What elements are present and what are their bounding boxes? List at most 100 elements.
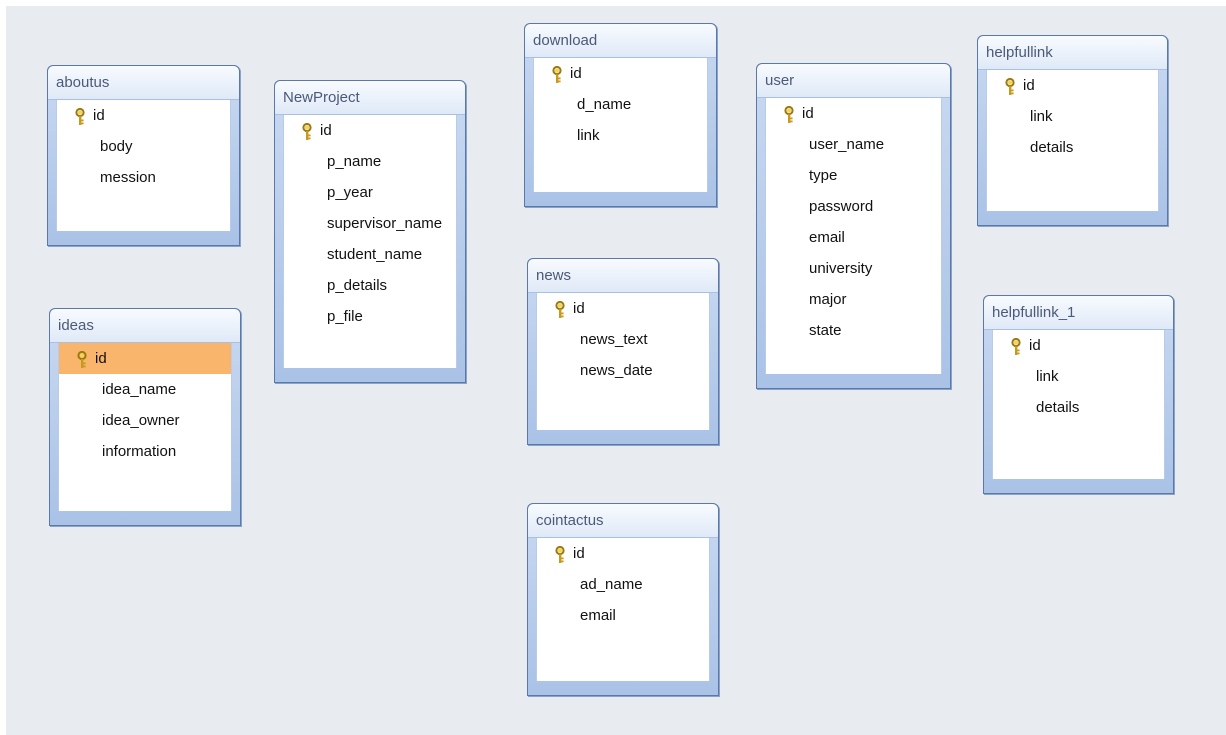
key-icon <box>555 544 565 563</box>
field-list-container: id body mession <box>56 100 231 231</box>
field-list-container: id d_namelink <box>533 58 708 192</box>
field-row[interactable]: id <box>987 70 1158 101</box>
field-name: p_details <box>327 277 388 294</box>
field-list: id ad_nameemail <box>537 538 709 631</box>
field-list: id body mession <box>57 100 230 193</box>
field-row[interactable]: type <box>766 160 941 191</box>
field-list-container: id ad_nameemail <box>536 538 710 681</box>
table-helpfullink-1[interactable]: helpfullink_1 id link details <box>983 295 1174 494</box>
field-list: id link details <box>993 330 1164 423</box>
key-icon <box>302 121 312 140</box>
field-name: idea_name <box>102 381 177 398</box>
field-name: id <box>1029 337 1041 354</box>
field-row[interactable]: link <box>993 361 1164 392</box>
field-name: link <box>577 127 600 144</box>
field-list: id idea_name idea_owner information <box>59 343 231 467</box>
table-title[interactable]: aboutus <box>48 66 239 100</box>
field-name: email <box>580 607 616 624</box>
table-news[interactable]: news id news_text news_date <box>527 258 719 445</box>
field-row[interactable]: d_name <box>534 89 707 120</box>
table-title[interactable]: helpfullink_1 <box>984 296 1173 330</box>
field-row[interactable]: id <box>534 58 707 89</box>
field-name: details <box>1030 139 1074 156</box>
diagram-canvas[interactable]: aboutus id body mession ideas id idea_name i… <box>6 6 1226 735</box>
key-icon <box>1005 76 1015 95</box>
field-name: p_year <box>327 184 373 201</box>
field-name: id <box>95 350 107 367</box>
field-list: id p_name p_year supervisor_name student_nam… <box>284 115 456 332</box>
field-row[interactable]: supervisor_name <box>284 208 456 239</box>
field-row[interactable]: news_text <box>537 324 709 355</box>
field-name: information <box>102 443 177 460</box>
field-row[interactable]: id <box>766 98 941 129</box>
field-row[interactable]: information <box>59 436 231 467</box>
field-name: link <box>1030 108 1053 125</box>
field-name: ad_name <box>580 576 643 593</box>
field-row[interactable]: password <box>766 191 941 222</box>
table-title[interactable]: news <box>528 259 718 293</box>
field-row[interactable]: major <box>766 284 941 315</box>
table-user[interactable]: user id user_nametype password email univers… <box>756 63 951 389</box>
field-row[interactable]: email <box>537 600 709 631</box>
field-name: p_name <box>327 153 382 170</box>
field-name: email <box>809 229 845 246</box>
field-row[interactable]: id <box>284 115 456 146</box>
field-row[interactable]: mession <box>57 162 230 193</box>
field-row[interactable]: idea_name <box>59 374 231 405</box>
field-row[interactable]: id <box>59 343 231 374</box>
field-row[interactable]: id <box>537 538 709 569</box>
field-name: password <box>809 198 874 215</box>
field-name: id <box>93 107 105 124</box>
field-name: id <box>1023 77 1035 94</box>
table-download[interactable]: download id d_namelink <box>524 23 717 207</box>
field-name: id <box>573 545 585 562</box>
field-row[interactable]: email <box>766 222 941 253</box>
field-name: id <box>573 300 585 317</box>
field-row[interactable]: id <box>537 293 709 324</box>
field-row[interactable]: p_details <box>284 270 456 301</box>
field-row[interactable]: link <box>534 120 707 151</box>
field-row[interactable]: p_name <box>284 146 456 177</box>
field-name: d_name <box>577 96 632 113</box>
key-icon <box>1011 336 1021 355</box>
table-helpfullink[interactable]: helpfullink id link details <box>977 35 1168 226</box>
field-row[interactable]: id <box>993 330 1164 361</box>
field-row[interactable]: student_name <box>284 239 456 270</box>
field-list-container: id link details <box>992 330 1165 479</box>
table-title[interactable]: NewProject <box>275 81 465 115</box>
field-row[interactable]: ad_name <box>537 569 709 600</box>
table-title[interactable]: ideas <box>50 309 240 343</box>
table-newproject[interactable]: NewProject id p_name p_year supervisor_name… <box>274 80 466 383</box>
key-icon <box>75 106 85 125</box>
key-icon <box>77 349 87 368</box>
field-row[interactable]: details <box>987 132 1158 163</box>
key-icon <box>784 104 794 123</box>
field-name: body <box>100 138 133 155</box>
field-list-container: id news_text news_date <box>536 293 710 430</box>
field-row[interactable]: idea_owner <box>59 405 231 436</box>
field-row[interactable]: body <box>57 131 230 162</box>
table-ideas[interactable]: ideas id idea_name idea_owner information <box>49 308 241 526</box>
field-row[interactable]: university <box>766 253 941 284</box>
table-title[interactable]: cointactus <box>528 504 718 538</box>
table-cointactus[interactable]: cointactus id ad_nameemail <box>527 503 719 696</box>
field-row[interactable]: state <box>766 315 941 346</box>
field-row[interactable]: p_file <box>284 301 456 332</box>
field-list-container: id link details <box>986 70 1159 211</box>
table-title[interactable]: download <box>525 24 716 58</box>
table-title[interactable]: user <box>757 64 950 98</box>
field-name: type <box>809 167 838 184</box>
field-name: student_name <box>327 246 423 263</box>
field-list: id user_nametype password email university ma… <box>766 98 941 346</box>
field-name: supervisor_name <box>327 215 443 232</box>
key-icon <box>552 64 562 83</box>
table-title[interactable]: helpfullink <box>978 36 1167 70</box>
field-row[interactable]: details <box>993 392 1164 423</box>
table-aboutus[interactable]: aboutus id body mession <box>47 65 240 246</box>
field-row[interactable]: id <box>57 100 230 131</box>
field-row[interactable]: link <box>987 101 1158 132</box>
field-row[interactable]: news_date <box>537 355 709 386</box>
field-row[interactable]: user_name <box>766 129 941 160</box>
field-row[interactable]: p_year <box>284 177 456 208</box>
field-list: id news_text news_date <box>537 293 709 386</box>
